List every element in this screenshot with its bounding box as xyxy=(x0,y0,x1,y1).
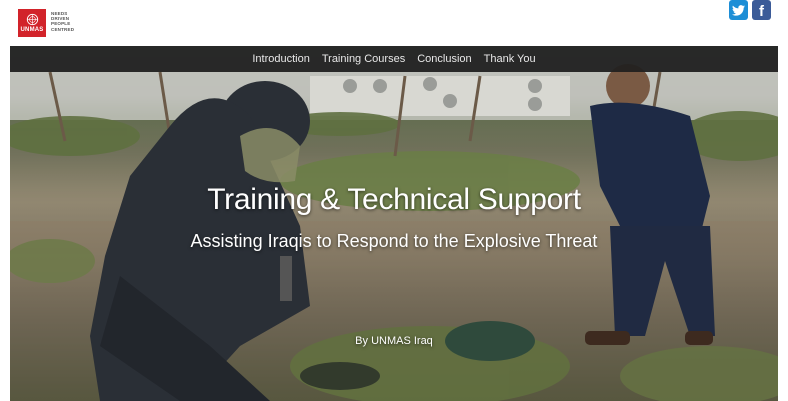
facebook-share-button[interactable]: f xyxy=(752,0,771,20)
hero-subtitle: Assisting Iraqis to Respond to the Explo… xyxy=(190,231,598,251)
hero-background-photo xyxy=(10,64,778,401)
nav-item-training-courses[interactable]: Training Courses xyxy=(322,53,405,65)
un-emblem: UNMAS xyxy=(18,9,46,37)
logo-tagline: NEEDS DRIVEN PEOPLE CENTRED xyxy=(51,9,74,32)
un-globe-icon xyxy=(26,13,38,26)
hero-banner: Introduction Training Courses Conclusion… xyxy=(10,46,778,401)
nav-item-introduction[interactable]: Introduction xyxy=(252,53,309,65)
site-header: UNMAS NEEDS DRIVEN PEOPLE CENTRED f xyxy=(0,0,788,46)
logo-emblem-text: UNMAS xyxy=(20,27,44,33)
facebook-icon: f xyxy=(759,2,764,20)
hero-title: Training & Technical Support xyxy=(207,183,581,216)
hero-byline: By UNMAS Iraq xyxy=(355,335,433,347)
main-navigation: Introduction Training Courses Conclusion… xyxy=(10,46,778,72)
nav-item-conclusion[interactable]: Conclusion xyxy=(417,53,471,65)
logo-tagline-line: CENTRED xyxy=(51,26,75,32)
twitter-share-button[interactable] xyxy=(729,0,748,20)
twitter-icon xyxy=(732,4,745,16)
nav-item-thank-you[interactable]: Thank You xyxy=(484,53,536,65)
unmas-logo[interactable]: UNMAS NEEDS DRIVEN PEOPLE CENTRED xyxy=(18,9,74,37)
